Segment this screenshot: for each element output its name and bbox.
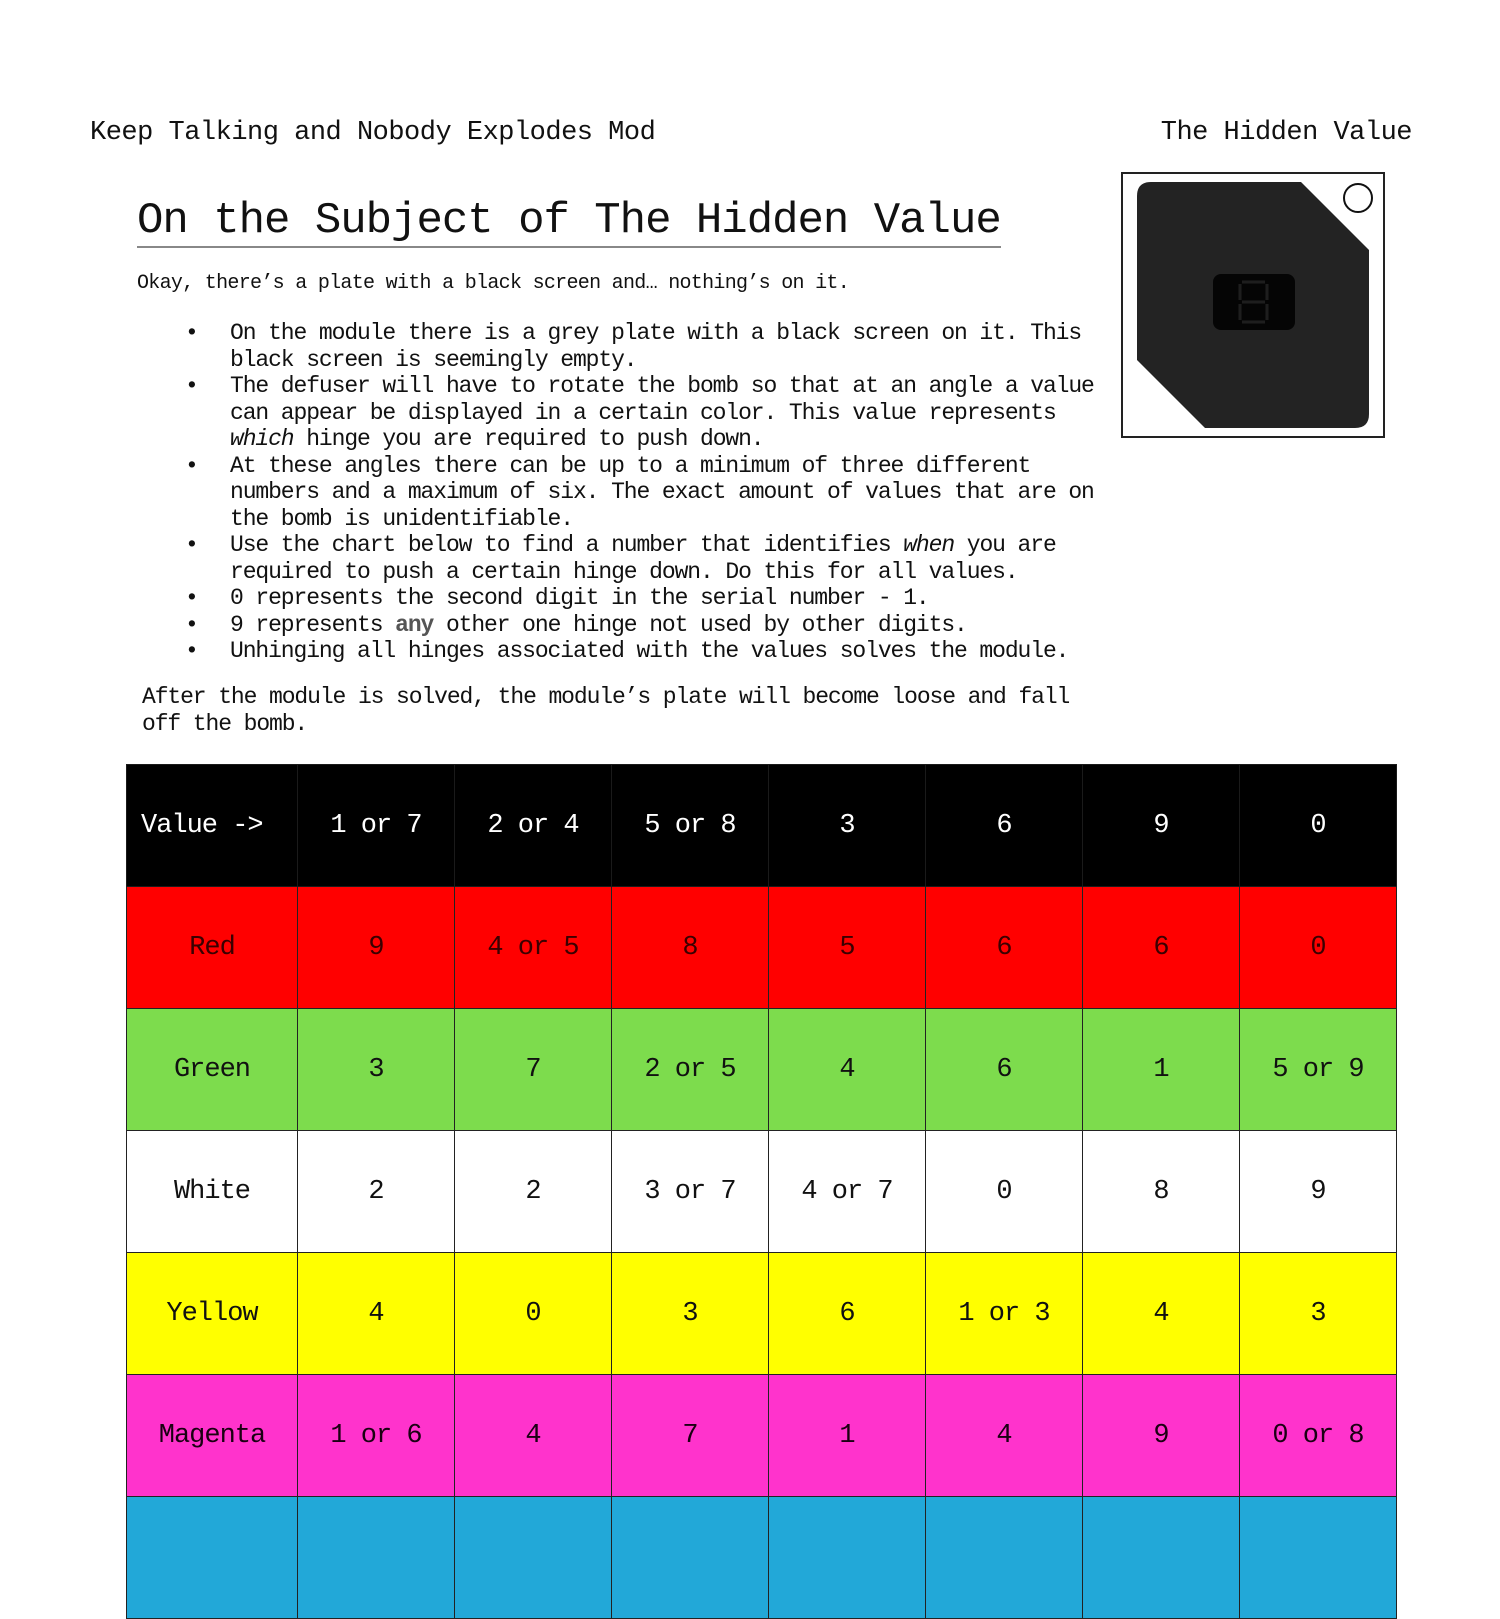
table-cell: 6 [1082, 886, 1240, 1009]
table-cell: 4 [1082, 1252, 1240, 1375]
header-cell: 0 [1239, 764, 1397, 887]
table-cell: 9 [297, 886, 455, 1009]
table-cell: 7 [454, 1008, 612, 1131]
table-cell: 3 [1239, 1252, 1397, 1375]
table-cell: 5 [768, 886, 926, 1009]
outro-text: After the module is solved, the module’s… [142, 684, 1070, 737]
table-cell: 1 [768, 1374, 926, 1497]
table-cell: 7 [611, 1374, 769, 1497]
table-cell: 5 or 9 [1239, 1008, 1397, 1131]
table-cell: 3 or 7 [611, 1130, 769, 1253]
table-cell [297, 1496, 455, 1619]
bullet-icon: • [185, 611, 199, 638]
bullet-icon: • [185, 373, 199, 399]
table-cell: 8 [611, 886, 769, 1009]
table-cell: 1 [1082, 1008, 1240, 1131]
header-game-title: Keep Talking and Nobody Explodes Mod [90, 118, 656, 148]
table-cell [925, 1496, 1083, 1619]
list-item: • 9 represents any other one hinge not us… [185, 611, 968, 638]
table-cell: 0 [925, 1130, 1083, 1253]
list-item: • The defuser will have to rotate the bom… [185, 373, 1095, 452]
table-cell: 3 [611, 1252, 769, 1375]
hinge-lookup-table: Value -> 1 or 7 2 or 4 5 or 8 3 6 9 0 Re… [126, 764, 1397, 1619]
page-title: On the Subject of The Hidden Value [137, 196, 1002, 248]
table-cell: 8 [1082, 1130, 1240, 1253]
list-item: • Use the chart below to find a number th… [185, 532, 1057, 585]
header-module-name: The Hidden Value [1160, 118, 1413, 148]
bullet-icon: • [185, 320, 199, 346]
table-cell: 0 or 8 [1239, 1374, 1397, 1497]
table-cell: 4 [454, 1374, 612, 1497]
list-item: • 0 represents the second digit in the se… [185, 585, 930, 611]
table-cell: 4 [297, 1252, 455, 1375]
table-cell: 3 [297, 1008, 455, 1131]
table-cell: 6 [925, 886, 1083, 1009]
table-cell: 4 [925, 1374, 1083, 1497]
list-item: • At these angles there can be up to a mi… [185, 452, 1095, 532]
bullet-icon: • [185, 638, 199, 664]
table-cell: 6 [768, 1252, 926, 1375]
table-row-red: Red 9 4 or 5 8 5 6 6 0 [126, 886, 1397, 1009]
header-cell: 1 or 7 [297, 764, 455, 887]
list-item: • Unhinging all hinges associated with th… [185, 638, 1069, 664]
header-cell: 2 or 4 [454, 764, 612, 887]
row-label [126, 1496, 298, 1619]
table-cell: 9 [1239, 1130, 1397, 1253]
table-cell [768, 1496, 926, 1619]
module-illustration [1121, 172, 1385, 438]
table-cell: 4 or 5 [454, 886, 612, 1009]
header-cell: 5 or 8 [611, 764, 769, 887]
table-cell: 1 or 3 [925, 1252, 1083, 1375]
status-light-icon [1343, 183, 1373, 213]
table-cell: 9 [1082, 1374, 1240, 1497]
table-row-cyan [126, 1496, 1397, 1619]
row-label: Yellow [126, 1252, 298, 1375]
table-cell: 2 [297, 1130, 455, 1253]
table-row-green: Green 3 7 2 or 5 4 6 1 5 or 9 [126, 1008, 1397, 1131]
table-row-white: White 2 2 3 or 7 4 or 7 0 8 9 [126, 1130, 1397, 1253]
header-cell: 9 [1082, 764, 1240, 887]
bullet-icon: • [185, 532, 199, 558]
instruction-list: • On the module there is a grey plate wit… [185, 320, 1115, 665]
table-cell: 1 or 6 [297, 1374, 455, 1497]
table-row-yellow: Yellow 4 0 3 6 1 or 3 4 3 [126, 1252, 1397, 1375]
header-cell-label: Value -> [126, 764, 298, 887]
row-label: Red [126, 886, 298, 1009]
table-cell: 2 [454, 1130, 612, 1253]
row-label: White [126, 1130, 298, 1253]
header-cell: 3 [768, 764, 926, 887]
list-item: • On the module there is a grey plate wit… [185, 320, 1082, 373]
row-label: Green [126, 1008, 298, 1131]
module-plate-icon [1137, 182, 1373, 428]
table-row-magenta: Magenta 1 or 6 4 7 1 4 9 0 or 8 [126, 1374, 1397, 1497]
row-label: Magenta [126, 1374, 298, 1497]
table-cell: 0 [1239, 886, 1397, 1009]
table-header-row: Value -> 1 or 7 2 or 4 5 or 8 3 6 9 0 [126, 764, 1397, 887]
table-cell [611, 1496, 769, 1619]
bullet-icon: • [185, 452, 199, 479]
header-cell: 6 [925, 764, 1083, 887]
bullet-icon: • [185, 585, 199, 611]
table-cell [1239, 1496, 1397, 1619]
table-cell: 4 or 7 [768, 1130, 926, 1253]
table-cell [1082, 1496, 1240, 1619]
intro-text: Okay, there’s a plate with a black scree… [137, 272, 850, 295]
table-cell: 4 [768, 1008, 926, 1131]
table-cell: 0 [454, 1252, 612, 1375]
table-cell: 6 [925, 1008, 1083, 1131]
table-cell [454, 1496, 612, 1619]
table-cell: 2 or 5 [611, 1008, 769, 1131]
